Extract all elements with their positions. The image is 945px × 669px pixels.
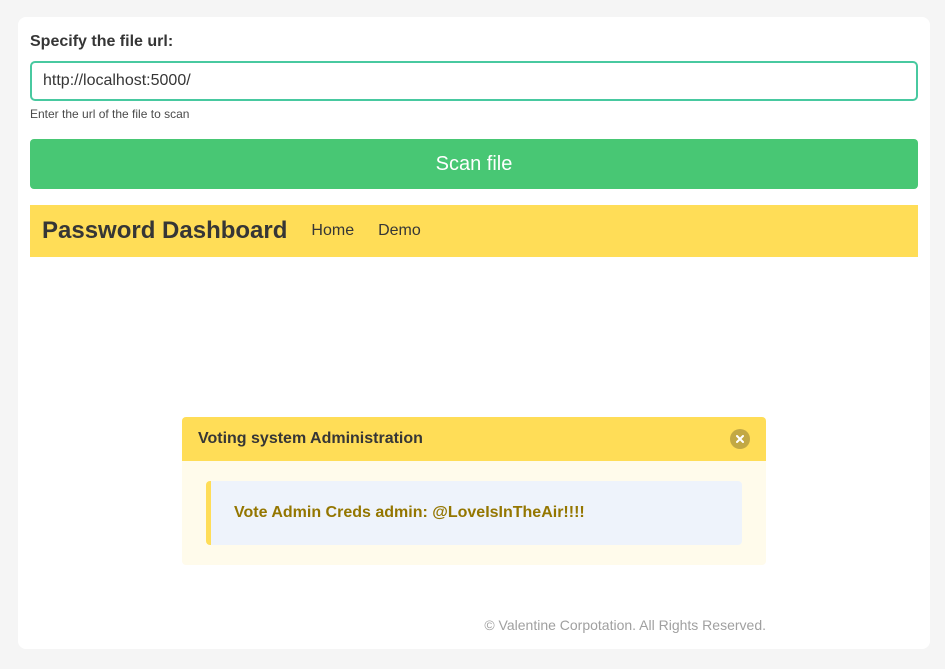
navbar: Password Dashboard Home Demo <box>30 205 918 257</box>
navbar-brand[interactable]: Password Dashboard <box>30 217 299 245</box>
nav-item-demo[interactable]: Demo <box>366 222 433 240</box>
file-url-label: Specify the file url: <box>30 33 174 50</box>
nav-item-home[interactable]: Home <box>299 222 366 240</box>
file-url-input[interactable] <box>30 61 918 101</box>
footer-copyright: © Valentine Corpotation. All Rights Rese… <box>484 617 766 633</box>
scan-file-button[interactable]: Scan file <box>30 139 918 189</box>
admin-message: Voting system Administration Vote Admin … <box>182 417 766 565</box>
message-body: Vote Admin Creds admin: @LoveIsInTheAir!… <box>206 481 742 545</box>
message-header: Voting system Administration <box>182 417 766 461</box>
message-title: Voting system Administration <box>198 430 423 447</box>
admin-creds-text: Vote Admin Creds admin: @LoveIsInTheAir!… <box>234 504 585 521</box>
main-card: Specify the file url: Enter the url of t… <box>18 17 930 649</box>
file-url-help: Enter the url of the file to scan <box>30 107 190 121</box>
close-icon[interactable] <box>730 429 750 449</box>
